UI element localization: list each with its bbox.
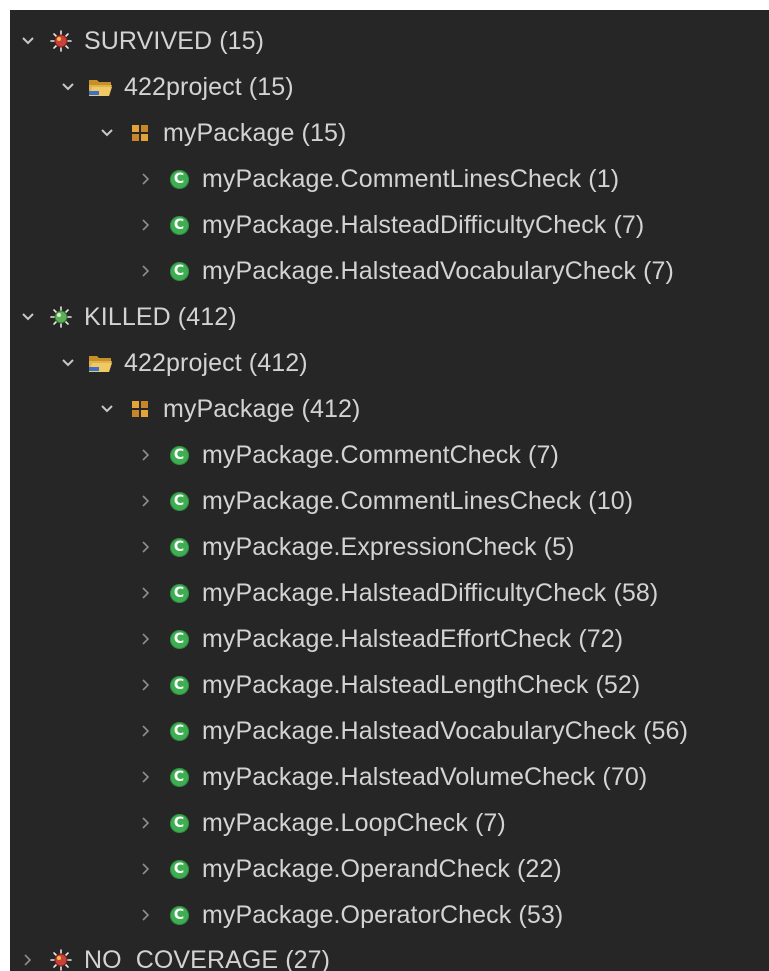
class-icon: C: [166, 580, 192, 606]
survived-bug-icon: [48, 28, 74, 54]
tree-node-label: myPackage.OperandCheck (22): [202, 854, 562, 883]
tree-node-class[interactable]: C myPackage.HalsteadVolumeCheck (70): [10, 754, 769, 800]
tree-node-label: myPackage.HalsteadVolumeCheck (70): [202, 762, 648, 791]
class-icon: C: [166, 902, 192, 928]
chevron-right-icon[interactable]: [134, 627, 158, 651]
tree-node-class[interactable]: C myPackage.HalsteadVocabularyCheck (7): [10, 248, 769, 294]
tree-node-class[interactable]: C myPackage.CommentLinesCheck (10): [10, 478, 769, 524]
class-letter: C: [169, 537, 189, 557]
class-icon: C: [166, 258, 192, 284]
class-letter: C: [169, 813, 189, 833]
chevron-right-icon[interactable]: [134, 581, 158, 605]
tree-node-label: myPackage.HalsteadDifficultyCheck (7): [202, 210, 645, 239]
package-icon: [127, 396, 153, 422]
chevron-right-icon[interactable]: [134, 673, 158, 697]
class-icon: C: [166, 718, 192, 744]
tree-node-survived[interactable]: SURVIVED (15): [10, 18, 769, 64]
class-letter: C: [169, 629, 189, 649]
chevron-down-icon[interactable]: [16, 305, 40, 329]
chevron-right-icon[interactable]: [134, 719, 158, 743]
class-letter: C: [169, 859, 189, 879]
tree-node-class[interactable]: C myPackage.OperandCheck (22): [10, 846, 769, 892]
tree-node-label: myPackage.LoopCheck (7): [202, 808, 506, 837]
tree-node-label: myPackage.HalsteadVocabularyCheck (56): [202, 716, 688, 745]
tree-node-label: 422project (15): [124, 72, 294, 101]
chevron-down-icon[interactable]: [56, 351, 80, 375]
chevron-right-icon[interactable]: [134, 489, 158, 513]
class-icon: C: [166, 810, 192, 836]
tree-node-class[interactable]: C myPackage.HalsteadEffortCheck (72): [10, 616, 769, 662]
chevron-right-icon[interactable]: [134, 443, 158, 467]
chevron-right-icon[interactable]: [134, 811, 158, 835]
tree-node-class[interactable]: C myPackage.HalsteadDifficultyCheck (58): [10, 570, 769, 616]
tree-node-class[interactable]: C myPackage.HalsteadDifficultyCheck (7): [10, 202, 769, 248]
tree-node-class[interactable]: C myPackage.HalsteadLengthCheck (52): [10, 662, 769, 708]
tree-node-label: NO_COVERAGE (27): [84, 945, 331, 971]
class-icon: C: [166, 856, 192, 882]
class-letter: C: [169, 905, 189, 925]
chevron-right-icon[interactable]: [134, 903, 158, 927]
class-letter: C: [169, 491, 189, 511]
class-letter: C: [169, 169, 189, 189]
tree-node-no-coverage[interactable]: NO_COVERAGE (27): [10, 937, 769, 971]
tree-node-label: myPackage (15): [163, 118, 347, 147]
tree-node-label: KILLED (412): [84, 302, 237, 331]
tree-node-label: myPackage.OperatorCheck (53): [202, 900, 564, 929]
project-folder-icon: [88, 350, 114, 376]
killed-bug-icon: [48, 304, 74, 330]
tree-node-project[interactable]: 422project (15): [10, 64, 769, 110]
chevron-right-icon[interactable]: [134, 259, 158, 283]
mutation-results-tree: SURVIVED (15) 422project (15) myPackage …: [10, 10, 769, 971]
tree-node-class[interactable]: C myPackage.OperatorCheck (53): [10, 892, 769, 938]
tree-node-label: myPackage.CommentLinesCheck (1): [202, 164, 620, 193]
tree-node-label: myPackage.CommentCheck (7): [202, 440, 559, 469]
tree-node-label: myPackage.HalsteadLengthCheck (52): [202, 670, 641, 699]
tree-node-label: myPackage (412): [163, 394, 361, 423]
tree-node-project[interactable]: 422project (412): [10, 340, 769, 386]
chevron-right-icon[interactable]: [134, 765, 158, 789]
tree-node-class[interactable]: C myPackage.LoopCheck (7): [10, 800, 769, 846]
class-letter: C: [169, 445, 189, 465]
tree-node-package[interactable]: myPackage (412): [10, 386, 769, 432]
project-folder-icon: [88, 74, 114, 100]
class-letter: C: [169, 215, 189, 235]
tree-node-class[interactable]: C myPackage.HalsteadVocabularyCheck (56): [10, 708, 769, 754]
chevron-down-icon[interactable]: [95, 121, 119, 145]
tree-node-label: myPackage.HalsteadEffortCheck (72): [202, 624, 624, 653]
tree-node-label: myPackage.HalsteadVocabularyCheck (7): [202, 256, 674, 285]
tree-node-killed[interactable]: KILLED (412): [10, 294, 769, 340]
class-icon: C: [166, 488, 192, 514]
class-icon: C: [166, 764, 192, 790]
chevron-right-icon[interactable]: [134, 213, 158, 237]
chevron-right-icon[interactable]: [134, 167, 158, 191]
tree-node-label: myPackage.ExpressionCheck (5): [202, 532, 575, 561]
class-icon: C: [166, 212, 192, 238]
no-coverage-bug-icon: [48, 947, 74, 971]
class-letter: C: [169, 583, 189, 603]
class-icon: C: [166, 442, 192, 468]
class-icon: C: [166, 166, 192, 192]
class-letter: C: [169, 721, 189, 741]
tree-node-class[interactable]: C myPackage.ExpressionCheck (5): [10, 524, 769, 570]
class-icon: C: [166, 534, 192, 560]
tree-node-label: SURVIVED (15): [84, 26, 265, 55]
tree-node-class[interactable]: C myPackage.CommentCheck (7): [10, 432, 769, 478]
package-icon: [127, 120, 153, 146]
chevron-down-icon[interactable]: [56, 75, 80, 99]
tree-node-package[interactable]: myPackage (15): [10, 110, 769, 156]
chevron-right-icon[interactable]: [134, 535, 158, 559]
tree-node-label: 422project (412): [124, 348, 308, 377]
tree-node-class[interactable]: C myPackage.CommentLinesCheck (1): [10, 156, 769, 202]
class-icon: C: [166, 626, 192, 652]
chevron-right-icon[interactable]: [134, 857, 158, 881]
tree-node-label: myPackage.CommentLinesCheck (10): [202, 486, 634, 515]
chevron-down-icon[interactable]: [95, 397, 119, 421]
chevron-down-icon[interactable]: [16, 29, 40, 53]
class-icon: C: [166, 672, 192, 698]
tree-node-label: myPackage.HalsteadDifficultyCheck (58): [202, 578, 659, 607]
chevron-right-icon[interactable]: [16, 948, 40, 971]
class-letter: C: [169, 675, 189, 695]
class-letter: C: [169, 767, 189, 787]
class-letter: C: [169, 261, 189, 281]
